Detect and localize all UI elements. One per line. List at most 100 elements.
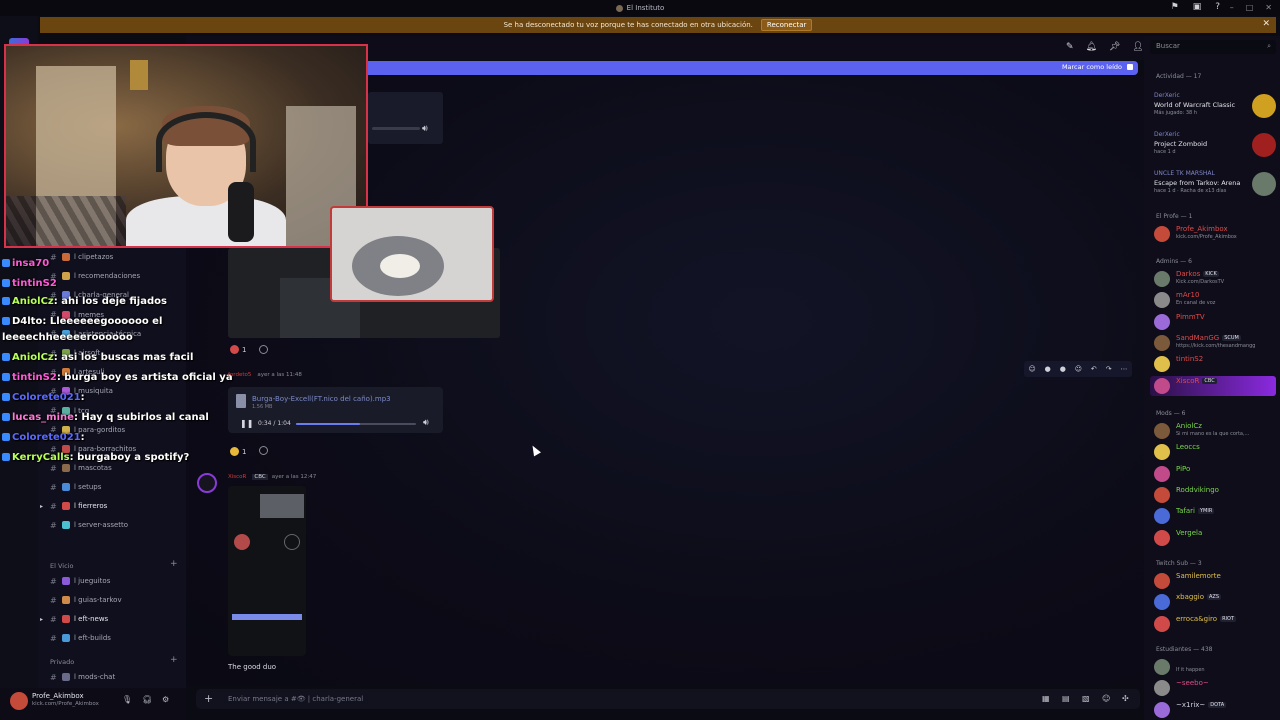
- activity-card[interactable]: DerXeric World of Warcraft Classic Más jug…: [1154, 92, 1276, 126]
- channel-item[interactable]: # l eft-builds: [50, 631, 111, 645]
- help-icon[interactable]: ?: [1215, 2, 1220, 12]
- avatar[interactable]: [10, 692, 28, 710]
- phone-screenshot-attachment[interactable]: [228, 486, 306, 656]
- audio-progress-track[interactable]: [296, 423, 416, 425]
- member-item[interactable]: PiPo: [1154, 465, 1276, 483]
- category-vicio[interactable]: El Vicio: [50, 562, 73, 570]
- member-name: Samilemorte: [1176, 572, 1221, 580]
- member-name: PiPo: [1176, 464, 1191, 473]
- member-item[interactable]: Vergela: [1154, 529, 1276, 547]
- new-messages-bar[interactable]: Marcar como leído: [368, 61, 1138, 75]
- reaction-quick-icon[interactable]: ●: [1045, 365, 1051, 373]
- member-item[interactable]: Darkos KICK Kick.com/DarkosTV: [1154, 270, 1276, 288]
- member-item[interactable]: ~x1rix~ DOTA: [1154, 701, 1276, 719]
- pin-icon[interactable]: 📌︎: [1109, 42, 1120, 52]
- screen-icon[interactable]: ▣: [1193, 2, 1202, 12]
- add-attachment-icon[interactable]: +: [204, 692, 213, 705]
- member-item[interactable]: Leoccs: [1154, 443, 1276, 461]
- message-composer[interactable]: + Enviar mensaje a #👁 | charla-general ▦…: [196, 689, 1140, 709]
- image-reaction[interactable]: 1: [230, 344, 246, 355]
- avatar: [1154, 271, 1170, 287]
- apps-icon[interactable]: ✣: [1122, 694, 1129, 703]
- collapse-arrow-icon[interactable]: ▸: [40, 616, 43, 623]
- reaction-quick-icon-2[interactable]: ●: [1060, 365, 1066, 373]
- member-item[interactable]: Samilemorte: [1154, 572, 1276, 590]
- member-item[interactable]: ~seebo~: [1154, 679, 1276, 697]
- channel-label: l guias-tarkov: [74, 596, 122, 604]
- member-item[interactable]: tintinS2: [1154, 355, 1276, 373]
- member-item[interactable]: mAr10 En canal de voz: [1154, 291, 1276, 309]
- third-msg-author[interactable]: XiscoR: [228, 474, 246, 480]
- emoji-react-icon[interactable]: ☺: [1028, 365, 1035, 373]
- pause-icon[interactable]: ❚❚: [240, 419, 253, 428]
- reply-icon[interactable]: ↶: [1091, 365, 1097, 373]
- search-placeholder[interactable]: Buscar: [1156, 42, 1180, 50]
- channel-item[interactable]: # l server-assetto: [50, 518, 128, 532]
- add-channel-icon[interactable]: +: [170, 655, 178, 665]
- member-item[interactable]: AniolCz Si mi mano es la que corta,...: [1154, 422, 1276, 440]
- audio-file-name[interactable]: Burga-Boy-Excell(FT.nico del caño).mp3: [252, 395, 391, 403]
- member-item[interactable]: SandManGG SCUM https://kick.com/thesandman…: [1154, 334, 1276, 352]
- member-item[interactable]: Roddvikingo: [1154, 486, 1276, 504]
- hash-icon: #: [50, 482, 57, 492]
- mark-read-label[interactable]: Marcar como leído: [1062, 63, 1122, 71]
- threads-icon[interactable]: ✎: [1066, 42, 1074, 52]
- member-item[interactable]: XiscoR CBC: [1154, 377, 1276, 395]
- bell-icon[interactable]: 🔔︎: [1086, 42, 1097, 52]
- member-item[interactable]: xbaggio AZS: [1154, 593, 1276, 611]
- member-item[interactable]: PimmTV: [1154, 313, 1276, 331]
- channel-item[interactable]: # l jueguitos: [50, 574, 110, 588]
- member-name: Roddvikingo: [1176, 485, 1219, 494]
- add-reaction-icon[interactable]: [259, 345, 268, 354]
- audio-reaction[interactable]: 1: [230, 446, 246, 457]
- member-item[interactable]: Tafari YMIR: [1154, 507, 1276, 525]
- activity-card[interactable]: UNCLE TK MARSHAL Escape from Tarkov: Aren…: [1154, 170, 1276, 204]
- minimize-icon[interactable]: –: [1230, 3, 1234, 12]
- collapse-arrow-icon[interactable]: ▸: [40, 503, 43, 510]
- close-notice-icon[interactable]: ✕: [1262, 19, 1270, 29]
- sticker-icon[interactable]: ▧: [1082, 694, 1090, 703]
- member-item[interactable]: If it happen: [1154, 658, 1276, 676]
- reconnect-button[interactable]: Reconectar: [760, 19, 813, 31]
- mic-icon[interactable]: 🎙︎: [122, 695, 132, 704]
- gift-icon[interactable]: ▦: [1042, 694, 1050, 703]
- search-input[interactable]: Buscar ⌕: [1150, 40, 1276, 54]
- activity-user: DerXeric: [1154, 131, 1180, 138]
- member-group-header: Admins — 6: [1156, 258, 1192, 265]
- activity-card[interactable]: DerXeric Project Zomboid hace 1 d: [1154, 131, 1276, 165]
- more-icon[interactable]: ⋯: [1120, 365, 1127, 373]
- channel-emoji-icon: [62, 521, 70, 530]
- reaction-emoji-icon: [230, 345, 239, 354]
- user-name[interactable]: Profe_Akimbox: [32, 692, 84, 700]
- emoji-icon[interactable]: ☺: [1102, 694, 1110, 703]
- audio-msg-author[interactable]: fordeto5: [228, 372, 251, 378]
- audio-volume-icon[interactable]: 🔊︎: [423, 418, 429, 428]
- add-reaction-icon[interactable]: [259, 446, 268, 455]
- gif-icon[interactable]: ▤: [1062, 694, 1070, 703]
- headphones-icon[interactable]: 🎧︎: [142, 695, 152, 704]
- members-icon[interactable]: 👤︎: [1132, 42, 1143, 52]
- category-privado[interactable]: Privado: [50, 658, 74, 666]
- volume-icon[interactable]: 🔊︎: [422, 124, 428, 134]
- add-emoji-icon[interactable]: ☺: [1075, 365, 1082, 373]
- inbox-icon[interactable]: ⚑: [1171, 2, 1179, 12]
- member-item[interactable]: erroca&giro RIOT: [1154, 615, 1276, 633]
- audio-file-size: 1.56 MB: [252, 404, 273, 410]
- channel-item[interactable]: # l setups: [50, 480, 101, 494]
- maximize-icon[interactable]: □: [1246, 3, 1254, 12]
- screenshot-avatar: [234, 534, 250, 550]
- add-channel-icon[interactable]: +: [170, 559, 178, 569]
- activity-detail: hace 1 d: [1154, 149, 1176, 155]
- channel-item[interactable]: # l mods-chat: [50, 670, 115, 684]
- settings-gear-icon[interactable]: ⚙: [162, 695, 169, 704]
- channel-emoji-icon: [62, 615, 70, 623]
- channel-item[interactable]: ▸ # l fierreros: [40, 499, 107, 513]
- member-item[interactable]: Profe_Akimbox kick.com/Profe_Akimbox: [1154, 225, 1276, 243]
- hash-icon: #: [50, 252, 57, 262]
- channel-item[interactable]: # l guias-tarkov: [50, 593, 122, 607]
- composer-placeholder[interactable]: Enviar mensaje a #👁 | charla-general: [228, 695, 363, 703]
- channel-item[interactable]: ▸ # l eft-news: [40, 612, 108, 626]
- close-window-icon[interactable]: ✕: [1265, 3, 1272, 12]
- forward-icon[interactable]: ↷: [1106, 365, 1112, 373]
- avatar[interactable]: [197, 473, 217, 493]
